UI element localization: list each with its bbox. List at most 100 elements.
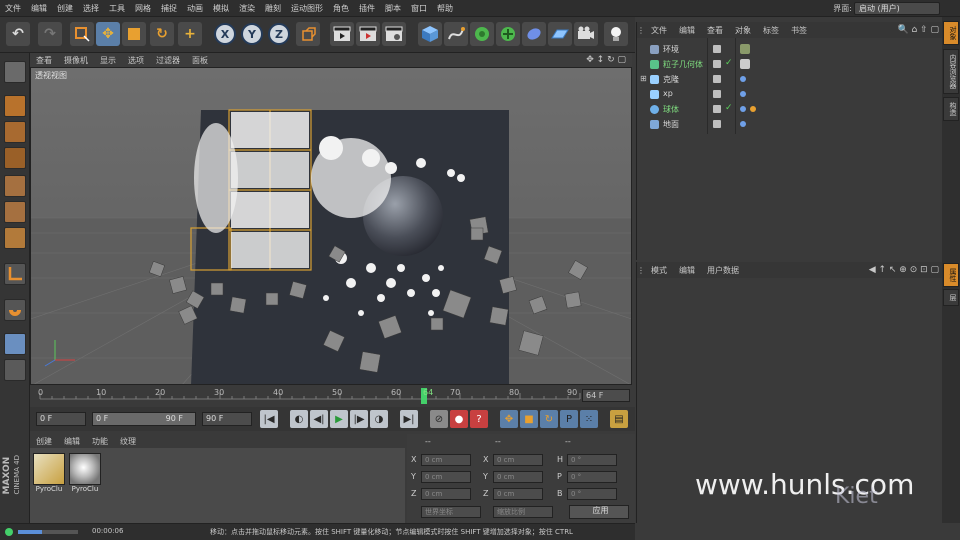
polygons-mode-icon[interactable]: [4, 227, 26, 249]
menu-animate[interactable]: 动画: [182, 3, 208, 14]
visibility-toggle[interactable]: [713, 45, 721, 53]
key-scale-icon[interactable]: ■: [520, 410, 538, 428]
model-mode-icon[interactable]: [4, 95, 26, 117]
tab-layers[interactable]: 层: [943, 289, 959, 306]
menu-file[interactable]: 文件: [0, 3, 26, 14]
move-icon[interactable]: ✥: [96, 22, 120, 46]
layout-dropdown[interactable]: 启动 (用户): [854, 2, 940, 15]
spline-pen-icon[interactable]: [444, 22, 468, 46]
tag-icon[interactable]: [740, 76, 746, 82]
object-row-environment[interactable]: 环境: [637, 42, 943, 57]
position-z-field[interactable]: 0 cm: [421, 488, 471, 500]
floor-icon[interactable]: [548, 22, 572, 46]
viewport-menu-view[interactable]: 查看: [30, 55, 58, 66]
menu-render[interactable]: 渲染: [234, 3, 260, 14]
x-axis-lock-button[interactable]: X: [214, 23, 236, 45]
camera-icon[interactable]: [574, 22, 598, 46]
viewport-menu-options[interactable]: 选项: [122, 55, 150, 66]
undo-icon[interactable]: ↶: [6, 22, 30, 46]
light-icon[interactable]: [604, 22, 628, 46]
key-parameter-icon[interactable]: P: [560, 410, 578, 428]
coordinate-system-icon[interactable]: [296, 22, 320, 46]
tag-icon[interactable]: [740, 91, 746, 97]
tag-icon[interactable]: [740, 106, 746, 112]
menu-tools[interactable]: 工具: [104, 3, 130, 14]
go-to-start-icon[interactable]: |◀: [260, 410, 278, 428]
subdivision-surface-icon[interactable]: [470, 22, 494, 46]
record-keys-icon[interactable]: ⊘: [430, 410, 448, 428]
menu-plugins[interactable]: 插件: [354, 3, 380, 14]
size-mode-dropdown[interactable]: 缩放比例: [493, 506, 553, 518]
enabled-check-icon[interactable]: ✓: [725, 103, 733, 113]
make-editable-icon[interactable]: [4, 61, 26, 83]
rotation-h-field[interactable]: 0 °: [567, 454, 617, 466]
visibility-toggle[interactable]: [713, 60, 721, 68]
y-axis-lock-button[interactable]: Y: [241, 23, 263, 45]
menu-snap[interactable]: 捕捉: [156, 3, 182, 14]
om-menu-bookmarks[interactable]: 书签: [785, 25, 813, 36]
material-tag-icon[interactable]: [740, 59, 750, 69]
size-y-field[interactable]: 0 cm: [493, 471, 543, 483]
play-icon[interactable]: ▶: [330, 410, 348, 428]
render-view-icon[interactable]: [330, 22, 354, 46]
menu-script[interactable]: 脚本: [380, 3, 406, 14]
material-menu-function[interactable]: 功能: [86, 436, 114, 447]
position-y-field[interactable]: 0 cm: [421, 471, 471, 483]
deformer-icon[interactable]: [522, 22, 546, 46]
rotate-icon[interactable]: ↻: [150, 22, 174, 46]
enabled-check-icon[interactable]: ✓: [725, 58, 733, 68]
viewport-menu-display[interactable]: 显示: [94, 55, 122, 66]
rotation-b-field[interactable]: 0 °: [567, 488, 617, 500]
edges-mode-icon[interactable]: [4, 201, 26, 223]
timeline-scheme-icon[interactable]: ▤: [610, 410, 628, 428]
menu-mograph[interactable]: 运动图形: [286, 3, 328, 14]
tab-content-browser[interactable]: 内容浏览器: [943, 49, 959, 94]
end-frame-field[interactable]: 90 F: [202, 412, 252, 426]
menu-select[interactable]: 选择: [78, 3, 104, 14]
menu-character[interactable]: 角色: [328, 3, 354, 14]
add-icon[interactable]: +: [178, 22, 202, 46]
cube-icon[interactable]: [418, 22, 442, 46]
texture-mode-icon[interactable]: [4, 121, 26, 143]
om-menu-file[interactable]: 文件: [645, 25, 673, 36]
object-row-cloner[interactable]: ⊞ 克隆: [637, 72, 943, 87]
expand-icon[interactable]: ⊞: [640, 74, 647, 83]
menu-help[interactable]: 帮助: [432, 3, 458, 14]
panel-grip-icon[interactable]: ⋮: [637, 266, 645, 275]
viewport-menu-cameras[interactable]: 摄像机: [58, 55, 94, 66]
menu-simulate[interactable]: 模拟: [208, 3, 234, 14]
object-row-sphere[interactable]: 球体 ✓: [637, 102, 943, 117]
panel-grip-icon[interactable]: ⋮: [637, 26, 645, 35]
points-mode-icon[interactable]: [4, 175, 26, 197]
current-frame-field[interactable]: 64 F: [582, 389, 630, 402]
snap-icon[interactable]: [4, 299, 26, 321]
size-z-field[interactable]: 0 cm: [493, 488, 543, 500]
material-menu-create[interactable]: 创建: [30, 436, 58, 447]
key-rotation-icon[interactable]: ↻: [540, 410, 558, 428]
viewport-nav-icons[interactable]: ✥ ↕ ↻ ▢: [586, 55, 632, 65]
object-row-xp[interactable]: xp: [637, 87, 943, 102]
autokey-icon[interactable]: ●: [450, 410, 468, 428]
position-x-field[interactable]: 0 cm: [421, 454, 471, 466]
live-selection-icon[interactable]: [70, 22, 94, 46]
am-menu-edit[interactable]: 编辑: [673, 265, 701, 276]
om-search-home-icons[interactable]: 🔍 ⌂ ⇧ ▢: [897, 25, 943, 35]
object-row-floor[interactable]: 地面: [637, 117, 943, 132]
workplane-mode-icon[interactable]: [4, 147, 26, 169]
material-menu-edit[interactable]: 编辑: [58, 436, 86, 447]
tab-attributes[interactable]: 属性: [943, 263, 959, 287]
material-tag-icon[interactable]: [740, 44, 750, 54]
grid-lock-icon[interactable]: [4, 359, 26, 381]
viewport-menu-filter[interactable]: 过滤器: [150, 55, 186, 66]
tab-structure[interactable]: 构造: [943, 97, 959, 121]
redo-icon[interactable]: ↷: [38, 22, 62, 46]
axis-mode-icon[interactable]: [4, 263, 26, 285]
material-item[interactable]: PyroClu: [69, 453, 101, 495]
workplane-icon[interactable]: [4, 333, 26, 355]
om-menu-objects[interactable]: 对象: [729, 25, 757, 36]
visibility-toggle[interactable]: [713, 90, 721, 98]
size-x-field[interactable]: 0 cm: [493, 454, 543, 466]
menu-sculpt[interactable]: 雕刻: [260, 3, 286, 14]
previous-keyframe-icon[interactable]: ◐: [290, 410, 308, 428]
scale-icon[interactable]: [122, 22, 146, 46]
